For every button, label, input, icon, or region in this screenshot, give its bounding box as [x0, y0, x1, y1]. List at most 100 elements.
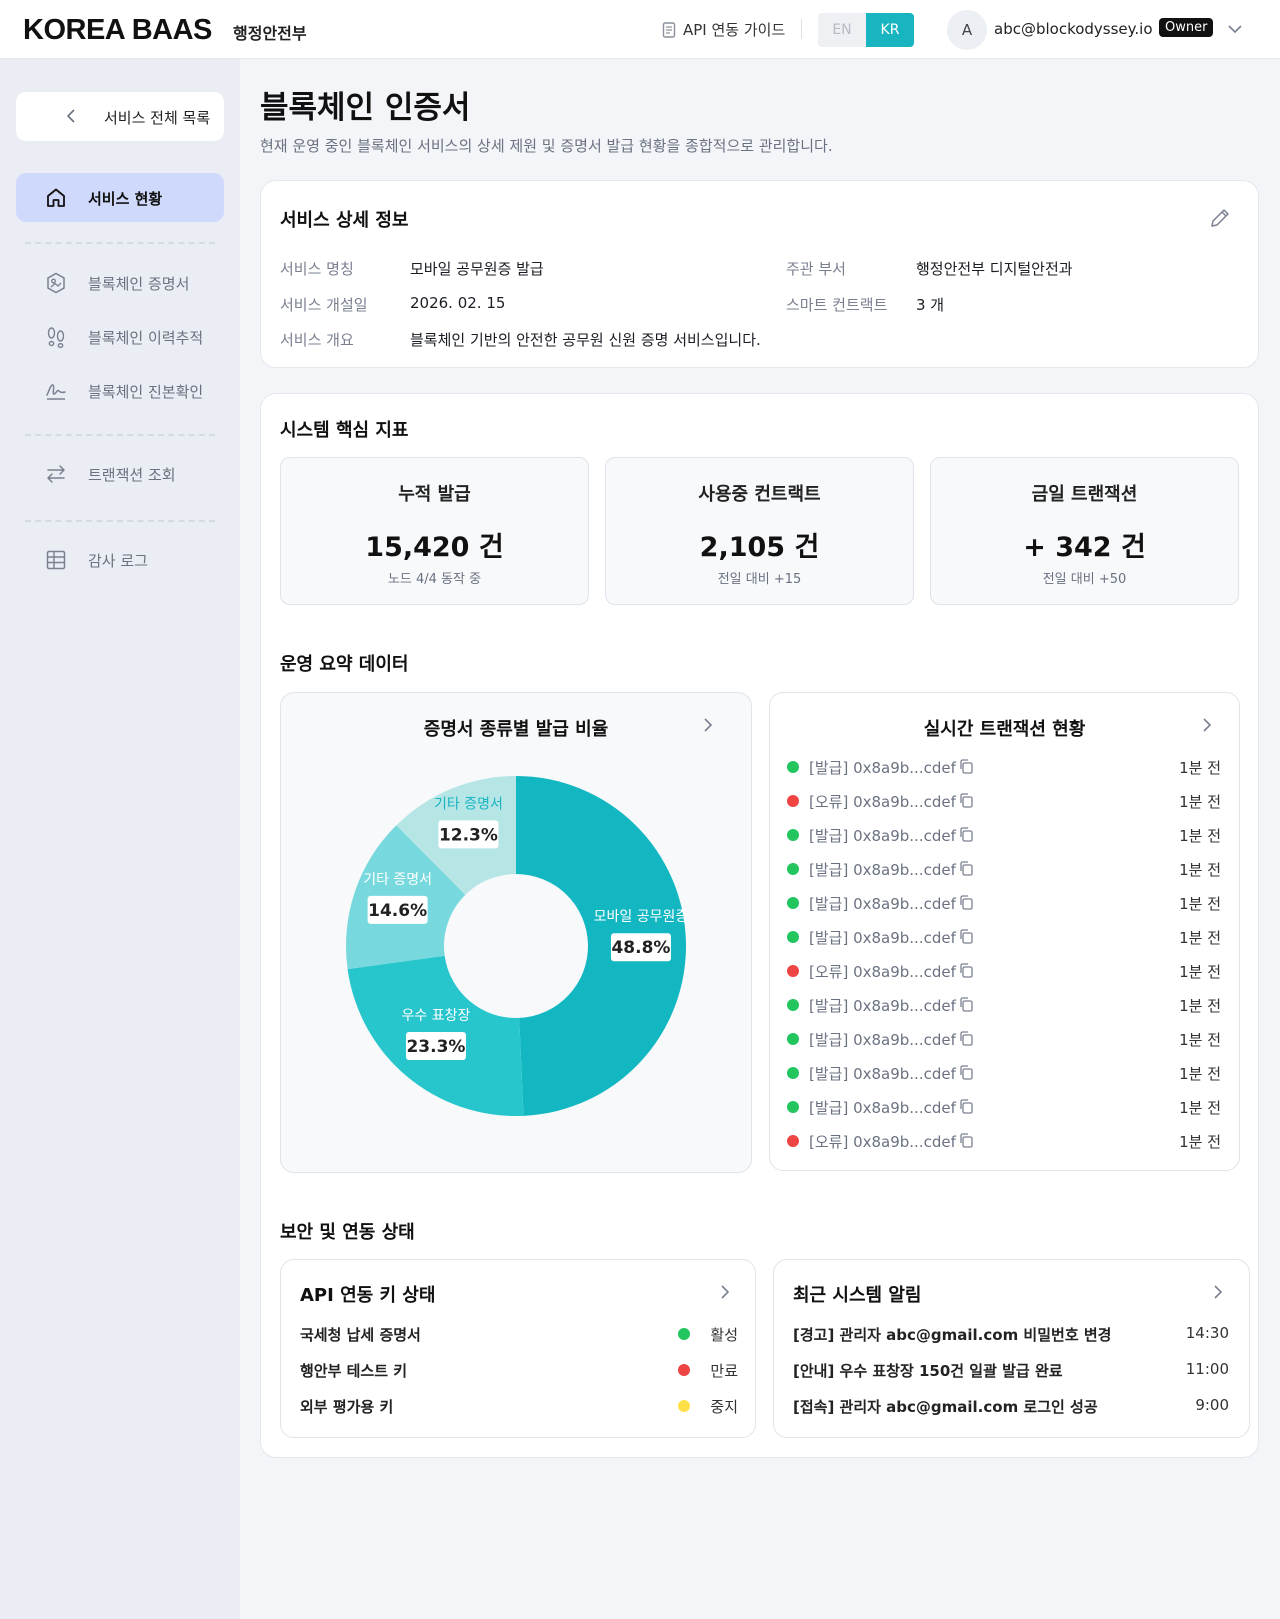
status-dot — [787, 999, 799, 1011]
alert-time: 9:00 — [1195, 1396, 1229, 1414]
transaction-hash: [발급] 0x8a9b...cdef — [809, 759, 956, 777]
kpi-card-cumulative: 누적 발급 15,420 건 노드 4/4 동작 중 — [280, 457, 589, 605]
transaction-hash: [오류] 0x8a9b...cdef — [809, 793, 956, 811]
sidebar-item-label: 감사 로그 — [88, 552, 148, 570]
kpi-card-contracts: 사용중 컨트랙트 2,105 건 전일 대비 +15 — [605, 457, 914, 605]
smart-contract-value: 3 개 — [916, 296, 945, 314]
service-name-value: 모바일 공무원증 발급 — [410, 260, 544, 278]
pencil-icon[interactable] — [1208, 206, 1232, 230]
alert-row[interactable]: [접속] 관리자 abc@gmail.com 로그인 성공 9:00 — [793, 1394, 1229, 1418]
lang-en-button[interactable]: EN — [818, 13, 866, 47]
alert-message: [안내] 우수 표창장 150건 일괄 발급 완료 — [793, 1362, 1063, 1380]
api-guide-link[interactable]: API 연동 가이드 — [662, 19, 785, 40]
top-header: KOREA BAAS 행정안전부 API 연동 가이드 EN KR A abc@… — [0, 0, 1280, 59]
alert-time: 14:30 — [1185, 1324, 1229, 1342]
sidebar-item-tracking[interactable]: 블록체인 이력추적 — [16, 312, 224, 361]
smart-contract-label: 스마트 컨트랙트 — [786, 296, 888, 314]
api-key-name: 외부 평가용 키 — [300, 1398, 394, 1416]
chevron-down-icon[interactable] — [1226, 20, 1244, 38]
lang-kr-button[interactable]: KR — [866, 13, 914, 47]
api-key-row[interactable]: 외부 평가용 키 중지 — [300, 1394, 738, 1418]
transaction-row: [발급] 0x8a9b...cdef 1분 전 — [787, 891, 1221, 915]
sidebar-item-audit-log[interactable]: 감사 로그 — [16, 535, 224, 584]
sidebar-item-label: 블록체인 증명서 — [88, 275, 190, 293]
sidebar-item-transactions[interactable]: 트랜잭션 조회 — [16, 449, 224, 498]
kpi-card-today-transactions: 금일 트랜잭션 + 342 건 전일 대비 +50 — [930, 457, 1239, 605]
sidebar-divider — [25, 520, 215, 522]
transaction-time: 1분 전 — [1179, 1099, 1221, 1117]
transaction-hash: [발급] 0x8a9b...cdef — [809, 827, 956, 845]
transaction-row: [발급] 0x8a9b...cdef 1분 전 — [787, 925, 1221, 949]
alert-time: 11:00 — [1185, 1360, 1229, 1378]
kpi-value: + 342 건 — [1023, 532, 1146, 563]
copy-icon[interactable] — [958, 996, 974, 1013]
kpi-title: 누적 발급 — [398, 484, 471, 505]
api-key-panel-title: API 연동 키 상태 — [300, 1285, 436, 1306]
copy-icon[interactable] — [958, 1064, 974, 1081]
api-key-row[interactable]: 국세청 납세 증명서 활성 — [300, 1322, 738, 1346]
status-dot — [787, 931, 799, 943]
page-subtitle: 현재 운영 중인 블록체인 서비스의 상세 제원 및 증명서 발급 현황을 종합… — [260, 137, 833, 155]
status-dot — [787, 829, 799, 841]
api-key-row[interactable]: 행안부 테스트 키 만료 — [300, 1358, 738, 1382]
copy-icon[interactable] — [958, 1030, 974, 1047]
copy-icon[interactable] — [958, 928, 974, 945]
status-dot — [787, 1067, 799, 1079]
copy-icon[interactable] — [958, 962, 974, 979]
alert-row[interactable]: [경고] 관리자 abc@gmail.com 비밀번호 변경 14:30 — [793, 1322, 1229, 1346]
role-badge: Owner — [1159, 18, 1214, 37]
copy-icon[interactable] — [958, 1098, 974, 1115]
pie-percentage-label: 14.6% — [368, 901, 427, 921]
alert-row[interactable]: [안내] 우수 표창장 150건 일괄 발급 완료 11:00 — [793, 1358, 1229, 1382]
sidebar-divider — [25, 434, 215, 436]
department-label: 주관 부서 — [786, 260, 846, 278]
kpi-subtext: 노드 4/4 동작 중 — [387, 572, 482, 587]
sidebar-item-certificate[interactable]: 블록체인 증명서 — [16, 258, 224, 307]
copy-icon[interactable] — [958, 860, 974, 877]
sidebar-item-label: 블록체인 이력추적 — [88, 329, 204, 347]
transaction-hash: [오류] 0x8a9b...cdef — [809, 963, 956, 981]
transaction-row: [발급] 0x8a9b...cdef 1분 전 — [787, 755, 1221, 779]
kpi-subtext: 전일 대비 +50 — [1042, 572, 1127, 587]
api-key-name: 행안부 테스트 키 — [300, 1362, 408, 1380]
chevron-right-icon[interactable] — [717, 1283, 733, 1301]
copy-icon[interactable] — [958, 826, 974, 843]
transaction-time: 1분 전 — [1179, 963, 1221, 981]
copy-icon[interactable] — [958, 758, 974, 775]
api-key-name: 국세청 납세 증명서 — [300, 1326, 421, 1344]
status-dot — [787, 897, 799, 909]
sidebar-item-label: 서비스 현황 — [88, 190, 163, 208]
transaction-hash: [발급] 0x8a9b...cdef — [809, 861, 956, 879]
chevron-right-icon[interactable] — [1210, 1283, 1226, 1301]
transaction-hash: [발급] 0x8a9b...cdef — [809, 997, 956, 1015]
avatar[interactable]: A — [947, 10, 987, 50]
kpi-subtext: 전일 대비 +15 — [717, 572, 802, 587]
kpi-value: 15,420 건 — [365, 532, 504, 563]
transaction-panel-title: 실시간 트랜잭션 현황 — [923, 719, 1086, 740]
copy-icon[interactable] — [958, 1132, 974, 1149]
status-dot — [678, 1364, 690, 1376]
status-dot — [787, 863, 799, 875]
api-key-status: 만료 — [710, 1362, 738, 1380]
transaction-time: 1분 전 — [1179, 997, 1221, 1015]
service-summary-label: 서비스 개요 — [280, 331, 354, 349]
app-logo[interactable]: KOREA BAAS — [23, 14, 212, 47]
security-section-title: 보안 및 연동 상태 — [280, 1222, 415, 1243]
status-dot — [787, 1135, 799, 1147]
back-to-services-button[interactable]: 서비스 전체 목록 — [16, 92, 224, 141]
status-dot — [678, 1328, 690, 1340]
transaction-row: [오류] 0x8a9b...cdef 1분 전 — [787, 1129, 1221, 1153]
organization-name: 행정안전부 — [233, 24, 307, 43]
service-summary-value: 블록체인 기반의 안전한 공무원 신원 증명 서비스입니다. — [410, 331, 761, 349]
chevron-right-icon[interactable] — [700, 716, 716, 734]
sidebar-item-service-status[interactable]: 서비스 현황 — [16, 173, 224, 222]
copy-icon[interactable] — [958, 792, 974, 809]
copy-icon[interactable] — [958, 894, 974, 911]
chevron-right-icon[interactable] — [1199, 716, 1215, 734]
kpi-value: 2,105 건 — [699, 532, 820, 563]
transaction-hash: [발급] 0x8a9b...cdef — [809, 1065, 956, 1083]
service-info-title: 서비스 상세 정보 — [280, 210, 409, 231]
sidebar-item-authenticity[interactable]: 블록체인 진본확인 — [16, 366, 224, 415]
sidebar: 서비스 전체 목록 서비스 현황 블록체인 증명서 블록체인 이력추적 블록체인… — [0, 59, 240, 1619]
header-divider — [801, 19, 802, 39]
